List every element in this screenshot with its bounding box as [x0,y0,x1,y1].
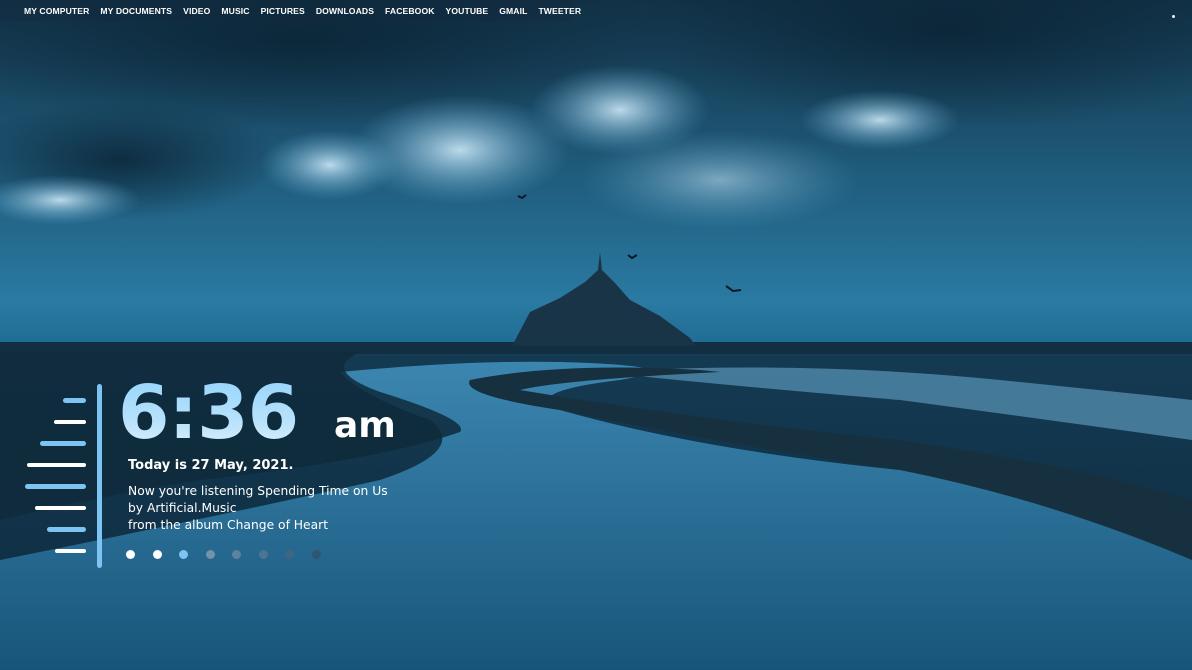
menu-music[interactable]: MUSIC [221,6,249,16]
visualizer-bar [40,441,86,446]
visualizer-divider [97,384,102,568]
date-text: Today is 27 May, 2021. [128,458,294,473]
menu-gmail[interactable]: GMAIL [499,6,527,16]
menu-youtube[interactable]: YOUTUBE [446,6,489,16]
menu-facebook[interactable]: FACEBOOK [385,6,435,16]
page-dot[interactable] [258,550,268,559]
menu-video[interactable]: VIDEO [183,6,210,16]
visualizer-bar [63,398,86,403]
visualizer-bar [47,527,86,532]
corner-indicator-dot [1172,15,1175,18]
menu-downloads[interactable]: DOWNLOADS [316,6,374,16]
menu-my-documents[interactable]: MY DOCUMENTS [100,6,172,16]
visualizer-bar [25,484,86,489]
visualizer-bar [27,462,86,467]
now-playing-album: from the album Change of Heart [128,518,329,532]
top-menu-bar: MY COMPUTER MY DOCUMENTS VIDEO MUSIC PIC… [0,0,581,21]
page-dot[interactable] [205,550,215,559]
page-dot[interactable] [179,550,188,559]
menu-tweeter[interactable]: TWEETER [538,6,581,16]
menu-my-computer[interactable]: MY COMPUTER [24,6,89,16]
audio-visualizer [22,398,86,560]
now-playing-artist: by Artificial.Music [128,501,237,515]
visualizer-bar [54,419,86,424]
visualizer-bar [55,548,86,553]
page-dot[interactable] [126,550,135,559]
clock-ampm: am [334,405,396,446]
page-dot[interactable] [232,550,241,559]
now-playing-title: Now you're listening Spending Time on Us [128,484,388,498]
menu-pictures[interactable]: PICTURES [261,6,305,16]
visualizer-bar [35,505,86,510]
page-dot[interactable] [311,550,321,559]
clock-time: 6:36 [118,370,299,456]
desktop-wallpaper [0,0,1192,670]
page-dot[interactable] [152,550,162,559]
page-dot[interactable] [285,550,294,559]
